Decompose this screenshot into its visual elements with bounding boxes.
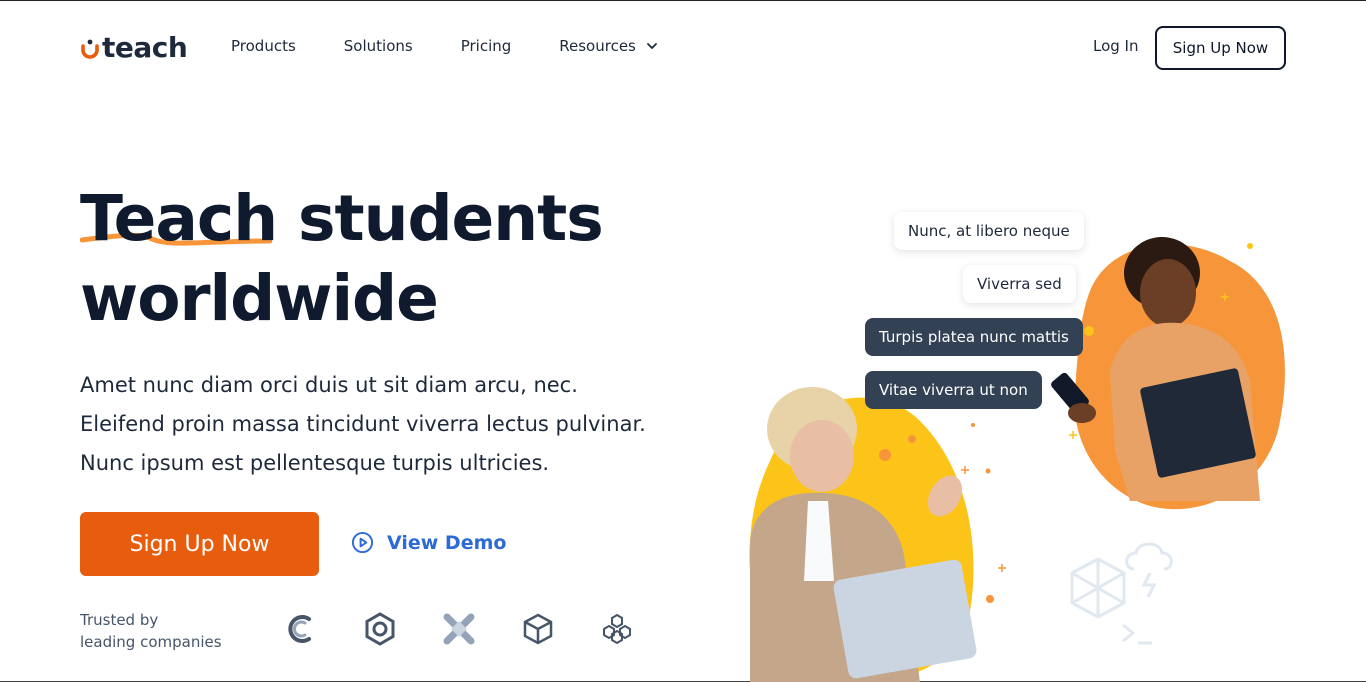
logo-mark-icon <box>81 39 99 59</box>
brand-name: teach <box>102 31 188 64</box>
site-header: teach Products Solutions Pricing Resourc… <box>0 1 1366 95</box>
nav-resources[interactable]: Resources <box>559 37 658 55</box>
headline-highlight: Teach <box>80 179 278 259</box>
login-link[interactable]: Log In <box>1093 37 1139 55</box>
lead-line-2: Eleifend proin massa tincidunt viverra l… <box>80 412 646 436</box>
lead-line-3: Nunc ipsum est pellentesque turpis ultri… <box>80 451 550 475</box>
headline-rest-line1: students <box>277 182 604 255</box>
company-logos <box>283 611 678 647</box>
hero-lead: Amet nunc diam orci duis ut sit diam arc… <box>80 366 680 483</box>
chat-bubble-2: Viverra sed <box>963 265 1076 303</box>
play-circle-icon <box>351 531 374 554</box>
nav-solutions-label: Solutions <box>343 37 413 55</box>
nav-pricing[interactable]: Pricing <box>461 37 512 55</box>
nav-resources-label: Resources <box>559 37 636 55</box>
signup-hero-button[interactable]: Sign Up Now <box>80 512 319 576</box>
signup-header-button[interactable]: Sign Up Now <box>1155 26 1286 70</box>
chat-bubble-1: Nunc, at libero neque <box>894 212 1084 250</box>
chevron-down-icon <box>646 43 657 49</box>
terminal-icon <box>1122 623 1152 645</box>
hexagon-logo-icon <box>365 612 395 646</box>
lead-line-1: Amet nunc diam orci duis ut sit diam arc… <box>80 373 578 397</box>
trusted-line-2: leading companies <box>80 633 222 651</box>
view-demo-label: View Demo <box>387 531 507 554</box>
nav-products-label: Products <box>231 37 296 55</box>
honeycomb-logo-icon <box>603 613 631 645</box>
brand-logo[interactable]: teach <box>80 31 188 64</box>
nav-solutions[interactable]: Solutions <box>344 37 413 55</box>
hero-illustration: Nunc, at libero neque Viverra sed Turpis… <box>730 201 1350 682</box>
main-nav: Products Solutions Pricing Resources <box>231 37 706 55</box>
x-logo-icon <box>443 613 475 645</box>
cloud-lightning-icon <box>1125 542 1173 571</box>
faint-background-icons <box>1070 542 1173 645</box>
view-demo-link[interactable]: View Demo <box>351 531 506 554</box>
hero-headline: Teach students worldwide <box>80 179 604 339</box>
nav-pricing-label: Pricing <box>460 37 512 55</box>
trusted-line-1: Trusted by <box>80 611 159 629</box>
trusted-by-text: Trusted by leading companies <box>80 609 222 653</box>
headline-line2: worldwide <box>80 262 439 335</box>
nav-products[interactable]: Products <box>231 37 296 55</box>
cube-logo-icon <box>523 613 553 645</box>
chat-bubble-3: Turpis platea nunc mattis <box>865 318 1083 356</box>
c-logo-icon <box>288 615 311 643</box>
headline-word-teach: Teach <box>80 182 278 255</box>
chat-bubble-4: Vitae viverra ut non <box>865 371 1042 409</box>
